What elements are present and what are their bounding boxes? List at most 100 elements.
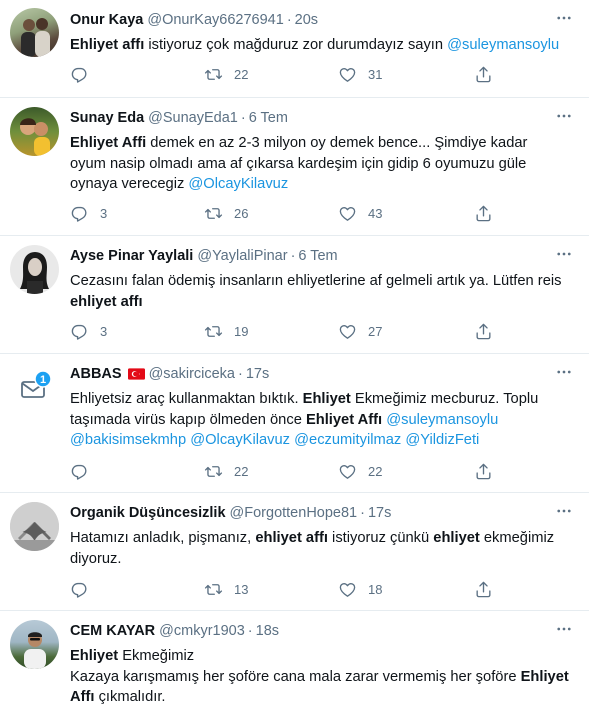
tweet-time[interactable]: 17s xyxy=(368,505,391,521)
separator-dot: · xyxy=(286,12,292,28)
tweet-text-segment: istiyoruz çünkü xyxy=(327,530,434,546)
like-button[interactable]: 27 xyxy=(338,320,382,342)
like-count: 43 xyxy=(368,205,383,221)
mention-link[interactable]: @OlcayKilavuz xyxy=(190,432,290,448)
share-button[interactable] xyxy=(474,320,493,342)
tweet[interactable]: Organik Düşüncesizlik @ForgottenHope81 ·… xyxy=(0,493,589,611)
tweet-feed: Onur Kaya @OnurKay66276941 · 20s Ehliyet… xyxy=(0,0,589,714)
tweet-text-line: Ehliyetsiz araç kullanmaktan bıktık. Ehl… xyxy=(70,389,575,410)
author-name[interactable]: Organik Düşüncesizlik xyxy=(70,505,226,521)
tweet-time[interactable]: 20s xyxy=(295,12,318,28)
reply-button[interactable] xyxy=(70,578,100,600)
more-icon[interactable] xyxy=(553,7,575,29)
retweet-button[interactable]: 13 xyxy=(204,578,248,600)
heart-icon xyxy=(339,206,356,221)
separator-dot: · xyxy=(238,366,243,382)
tweet-actions: 13 18 xyxy=(70,578,510,600)
tweet-text-segment: Ekmeğimiz xyxy=(118,648,195,664)
reply-icon xyxy=(71,464,87,480)
tweet-time[interactable]: 18s xyxy=(256,623,279,639)
author-name[interactable]: Ayse Pinar Yaylali xyxy=(70,248,193,264)
more-icon[interactable] xyxy=(553,618,575,640)
tweet-time[interactable]: 6 Tem xyxy=(249,110,288,126)
retweet-button[interactable]: 19 xyxy=(204,320,248,342)
tweet[interactable]: CEM KAYAR @cmkyr1903 · 18s Ehliyet Ekmeğ… xyxy=(0,611,589,714)
author-handle[interactable]: @SunayEda1 xyxy=(148,110,238,126)
tweet-text-segment: taşımada virüs kapıp ölmeden önce xyxy=(70,411,306,428)
avatar[interactable] xyxy=(10,107,59,156)
author-handle[interactable]: @sakirciceka xyxy=(149,366,235,382)
keyword-highlight: Ehliyet xyxy=(302,391,351,407)
share-icon xyxy=(476,66,491,82)
author-handle[interactable]: @cmkyr1903 xyxy=(159,623,245,639)
tweet-text: Hatamızı anladık, pişmanız, ehliyet affı… xyxy=(70,528,575,569)
mention-link[interactable]: @suleymansoylu xyxy=(447,37,559,53)
author-handle[interactable]: @ForgottenHope81 xyxy=(230,505,358,521)
turkey-flag-icon xyxy=(127,368,145,380)
tweet-text-line: oynaya verecegiz @OlcayKilavuz xyxy=(70,174,575,195)
retweet-button[interactable]: 22 xyxy=(204,460,248,482)
like-button[interactable]: 22 xyxy=(338,460,382,482)
avatar[interactable] xyxy=(10,8,59,57)
reply-button[interactable]: 3 xyxy=(70,202,107,224)
share-button[interactable] xyxy=(474,460,493,482)
avatar[interactable] xyxy=(10,245,59,294)
more-icon[interactable] xyxy=(553,105,575,127)
tweet[interactable]: Onur Kaya @OnurKay66276941 · 20s Ehliyet… xyxy=(0,0,589,98)
author-name[interactable]: Onur Kaya xyxy=(70,12,143,28)
share-button[interactable] xyxy=(474,578,493,600)
tweet-text-line: Ehliyet affı istiyoruz çok mağduruz zor … xyxy=(70,35,575,56)
mention-link[interactable]: @YildizFeti xyxy=(405,432,479,448)
retweet-button[interactable]: 26 xyxy=(204,202,248,224)
retweet-icon xyxy=(204,68,223,80)
avatar[interactable]: 1 xyxy=(10,363,59,412)
tweet-text-segment: Hatamızı anladık, pişmanız, xyxy=(70,530,256,546)
mention-link[interactable]: @suleymansoylu xyxy=(386,412,498,428)
author-name[interactable]: ABBAS xyxy=(70,366,122,382)
tweet-text-segment: Ekmeğimiz mecburuz. Toplu xyxy=(350,391,539,407)
share-button[interactable] xyxy=(474,63,493,85)
mention-link[interactable]: @OlcayKilavuz xyxy=(188,176,288,192)
heart-icon xyxy=(339,582,356,597)
author-name[interactable]: Sunay Eda xyxy=(70,110,144,126)
tweet-text: Ehliyetsiz araç kullanmaktan bıktık. Ehl… xyxy=(70,389,575,451)
keyword-highlight: Ehliyet xyxy=(520,668,569,685)
tweet-time[interactable]: 17s xyxy=(246,366,269,382)
mention-link[interactable]: @eczumityilmaz xyxy=(294,432,401,448)
reply-button[interactable] xyxy=(70,460,100,482)
more-icon[interactable] xyxy=(553,361,575,383)
avatar[interactable] xyxy=(10,502,59,551)
like-count: 18 xyxy=(368,581,383,597)
reply-button[interactable]: 3 xyxy=(70,320,107,342)
tweet-text-segment: oyum nasip olmadı ama af çıkarsa kardeşi… xyxy=(70,155,527,172)
author-handle[interactable]: @YaylaliPinar xyxy=(197,248,287,264)
share-icon xyxy=(476,463,491,479)
like-button[interactable]: 18 xyxy=(338,578,382,600)
tweet[interactable]: 1 ABBAS @sakirciceka · 17s Ehliyetsiz ar… xyxy=(0,354,589,493)
author-name[interactable]: CEM KAYAR xyxy=(70,623,155,639)
tweet[interactable]: Sunay Eda @SunayEda1 · 6 Tem Ehliyet Aff… xyxy=(0,98,589,236)
like-button[interactable]: 31 xyxy=(338,63,382,85)
retweet-button[interactable]: 22 xyxy=(204,63,248,85)
author-handle[interactable]: @OnurKay66276941 xyxy=(147,12,283,28)
more-icon[interactable] xyxy=(553,500,575,522)
tweet[interactable]: Ayse Pinar Yaylali @YaylaliPinar · 6 Tem… xyxy=(0,236,589,354)
keyword-highlight: Ehliyet Affi xyxy=(70,135,147,151)
avatar[interactable] xyxy=(10,620,59,669)
mention-link[interactable]: @bakisimsekmhp xyxy=(70,432,186,448)
like-count: 27 xyxy=(368,323,383,339)
reply-button[interactable] xyxy=(70,63,100,85)
share-icon xyxy=(476,323,491,339)
tweet-actions: 3 26 43 xyxy=(70,202,510,224)
retweet-count: 22 xyxy=(234,66,249,82)
tweet-time[interactable]: 6 Tem xyxy=(298,248,337,264)
keyword-highlight: Affı xyxy=(70,689,95,705)
separator-dot: · xyxy=(247,623,253,639)
tweet-text-line: @bakisimsekmhp @OlcayKilavuz @eczumityil… xyxy=(70,430,575,451)
like-button[interactable]: 43 xyxy=(338,202,382,224)
more-icon[interactable] xyxy=(553,243,575,265)
tweet-actions: 22 31 xyxy=(70,63,510,85)
tweet-text-line: diyoruz. xyxy=(70,549,575,570)
tweet-text-segment: Cezasını falan ödemiş insanların ehliyet… xyxy=(70,273,562,289)
share-button[interactable] xyxy=(474,202,493,224)
